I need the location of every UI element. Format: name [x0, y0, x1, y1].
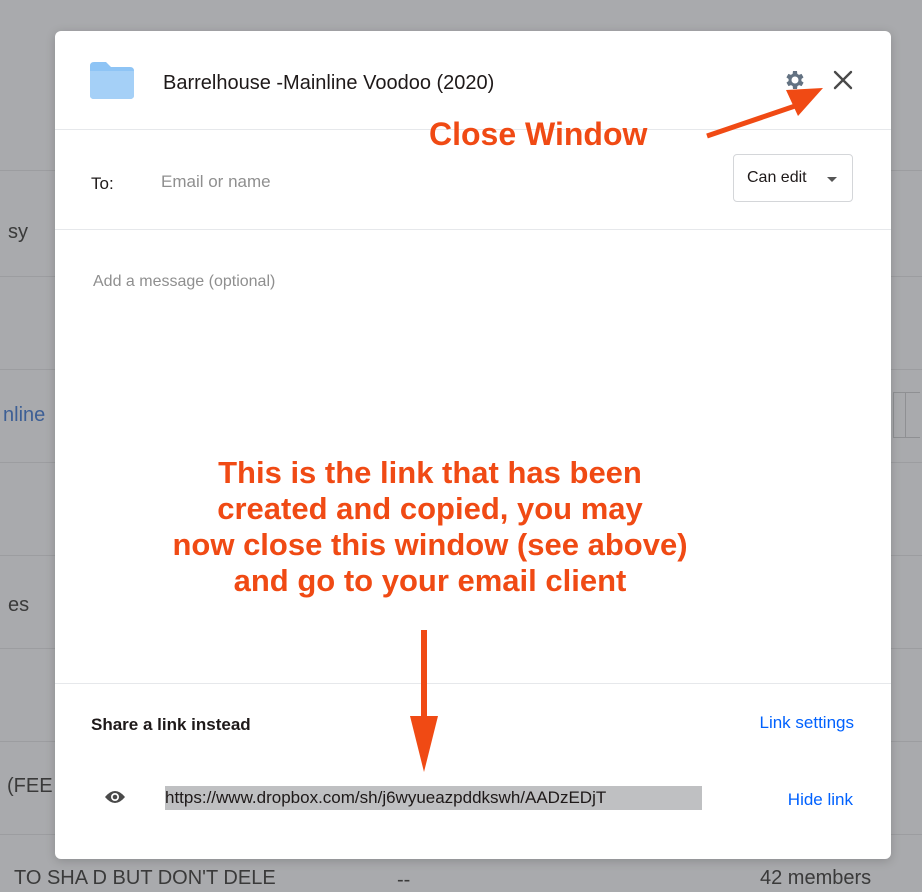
hide-link-button[interactable]: Hide link: [788, 790, 853, 810]
bg-row-text: es: [8, 594, 30, 616]
share-link-title: Share a link instead: [91, 715, 251, 734]
share-dialog: Barrelhouse -Mainline Voodoo (2020) To: …: [55, 31, 891, 859]
bg-row-text: (FEE: [7, 775, 53, 797]
bg-control-divider: [905, 392, 906, 438]
close-window-annotation: Close Window: [429, 116, 648, 152]
bg-row-link: nline: [3, 404, 46, 426]
bg-row-text: --: [397, 869, 411, 891]
annotation-line: This is the link that has been: [218, 455, 642, 490]
annotation-line: now close this window (see above): [172, 527, 688, 562]
gear-icon[interactable]: [782, 68, 806, 92]
close-icon[interactable]: [832, 69, 854, 91]
instruction-annotation: This is the link that has been created a…: [70, 455, 790, 599]
permission-selected: Can edit: [747, 169, 807, 186]
link-settings-button[interactable]: Link settings: [760, 713, 855, 733]
bg-row-text: TO SHA D BUT DON'T DELE: [14, 867, 276, 889]
bg-row-text: 42 members: [760, 867, 872, 889]
annotation-line: and go to your email client: [233, 563, 627, 598]
recipient-input[interactable]: [159, 166, 703, 198]
to-label: To:: [91, 174, 114, 193]
bg-control: [893, 392, 920, 438]
share-link-section: Share a link instead Link settings https…: [55, 683, 891, 859]
dialog-title: Barrelhouse -Mainline Voodoo (2020): [163, 72, 495, 94]
folder-icon: [90, 62, 134, 99]
share-url-field[interactable]: https://www.dropbox.com/sh/j6wyueazpddks…: [165, 786, 702, 810]
annotation-line: created and copied, you may: [217, 491, 643, 526]
chevron-down-icon: [827, 177, 837, 182]
permission-select[interactable]: Can edit: [733, 154, 853, 202]
bg-row-text: sy: [8, 221, 28, 243]
eye-icon[interactable]: [104, 789, 126, 805]
